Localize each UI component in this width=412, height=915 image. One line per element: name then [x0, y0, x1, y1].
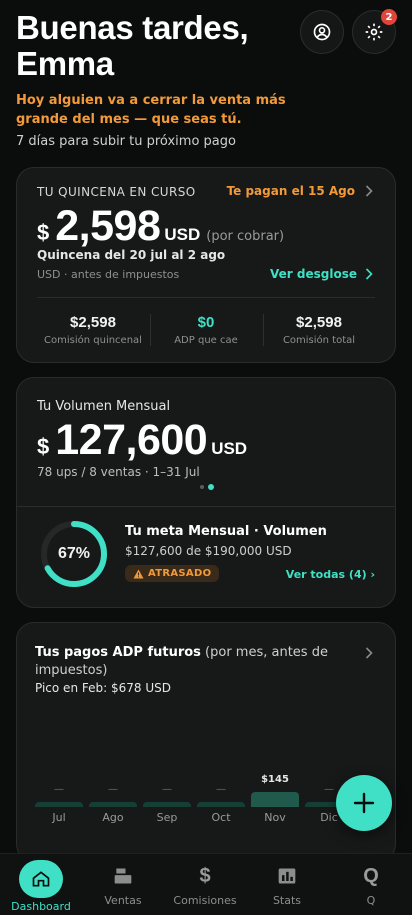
x-tick-label: Sep [156, 811, 178, 824]
goal-progress-text: $127,600 de $190,000 USD [125, 544, 292, 558]
chevron-right-icon [365, 185, 373, 197]
paycheck-date-link[interactable]: Te pagan el 15 Ago [227, 184, 373, 198]
q-icon: Q [363, 864, 379, 887]
nav-item-dashboard[interactable]: Dashboard [0, 860, 82, 913]
currency-note: USD · antes de impuestos [37, 268, 180, 281]
user-name: Emma [16, 45, 114, 82]
nav-item-comisiones[interactable]: $ Comisiones [164, 864, 246, 908]
chevron-right-icon[interactable] [365, 647, 373, 659]
header: Buenas tardes, Emma Hoy alguien va a cer… [16, 10, 296, 150]
stat-label: ADP que cae [174, 335, 238, 346]
pay-period: Quincena del 20 jul al 2 ago [37, 248, 226, 262]
nav-item-stats[interactable]: Stats [246, 864, 328, 907]
pager-dots[interactable] [200, 484, 214, 490]
data-label: — [216, 784, 226, 795]
cash-register-icon [114, 868, 132, 884]
next-payment-countdown: 7 días para subir tu próximo pago [16, 134, 236, 149]
stat-value: $2,598 [296, 314, 342, 331]
breakdown-link-label: Ver desglose [270, 267, 357, 281]
settings-button[interactable]: 2 [352, 9, 397, 54]
gear-icon [365, 23, 383, 41]
data-label: — [108, 784, 118, 795]
chart-bar [35, 802, 83, 807]
plus-icon [353, 792, 375, 814]
x-tick-label: Ago [102, 811, 124, 824]
paycheck-status: (por cobrar) [206, 229, 285, 244]
volume-card[interactable]: Tu Volumen Mensual $ 127,600 USD 78 ups … [16, 377, 396, 608]
nav-item-q[interactable]: Q Q [330, 864, 412, 908]
title-main: Tus pagos ADP futuros [35, 645, 201, 660]
divider [37, 297, 375, 298]
goal-title: Tu meta Mensual · Volumen [125, 524, 327, 539]
divider [17, 506, 395, 507]
stat-label: Comisión total [282, 335, 356, 346]
greeting-line: Buenas tardes, [16, 9, 249, 46]
stat-value: $2,598 [70, 314, 116, 331]
chart-bar [197, 802, 245, 807]
nav-label: Stats [272, 894, 302, 907]
pay-date: Te pagan el 15 Ago [226, 184, 355, 198]
peak-note: Pico en Feb: $678 USD [35, 681, 171, 695]
future-payments-title: Tus pagos ADP futuros (por mes, antes de… [35, 644, 335, 680]
chart-bar [143, 802, 191, 807]
currency-symbol: $ [37, 220, 50, 245]
stat-adp: $0 ADP que cae [150, 314, 262, 346]
paycheck-amount: 2,598 [55, 202, 161, 250]
pager-dot-active [208, 484, 214, 490]
profile-button[interactable] [300, 10, 344, 54]
warning-icon [133, 569, 144, 578]
currency-code: USD [164, 225, 201, 244]
x-tick-label: Nov [264, 811, 286, 824]
data-label: — [162, 784, 172, 795]
x-tick-label: Jul [52, 811, 66, 824]
paycheck-label: TU QUINCENA EN CURSO [37, 185, 196, 199]
dollar-icon: $ [199, 864, 211, 887]
greeting-title: Buenas tardes, Emma [16, 10, 296, 82]
breakdown-link[interactable]: Ver desglose [270, 267, 373, 281]
stat-biweekly-commission: $2,598 Comisión quincenal [37, 314, 149, 346]
currency-symbol: $ [37, 434, 50, 459]
view-all-goals-link[interactable]: Ver todas (4) › [286, 568, 375, 581]
goal-percent: 67% [57, 545, 91, 562]
future-payments-card[interactable]: Tus pagos ADP futuros (por mes, antes de… [16, 622, 396, 862]
home-icon [32, 871, 50, 887]
volume-amount: 127,600 [55, 416, 208, 464]
adp-bar-chart: — Jul — Ago — Sep — Oct $145 Nov — Dic [35, 763, 375, 863]
stat-label: Comisión quincenal [44, 335, 142, 346]
nav-label: Q [366, 894, 376, 907]
nav-label: Comisiones [173, 894, 237, 907]
stat-value: $0 [197, 314, 215, 331]
volume-detail: 78 ups / 8 ventas · 1–31 Jul [37, 465, 200, 479]
motivational-tagline: Hoy alguien va a cerrar la venta más gra… [16, 93, 286, 127]
pager-dot [200, 485, 204, 489]
volume-label: Tu Volumen Mensual [37, 399, 171, 414]
chevron-right-icon [365, 268, 373, 280]
add-button[interactable] [336, 775, 392, 831]
stat-total-commission: $2,598 Comisión total [263, 314, 375, 346]
nav-label: Ventas [104, 894, 142, 907]
link-label: Ver todas (4) [285, 568, 367, 581]
bottom-nav: Dashboard Ventas $ Comisiones Stats Q Q [0, 853, 412, 915]
nav-item-ventas[interactable]: Ventas [82, 864, 164, 907]
bar-chart-icon [278, 868, 296, 884]
paycheck-card[interactable]: TU QUINCENA EN CURSO Te pagan el 15 Ago … [16, 167, 396, 363]
active-indicator [19, 860, 63, 898]
x-tick-label: Oct [211, 811, 231, 824]
data-label: $145 [261, 774, 289, 785]
user-circle-icon [313, 23, 331, 41]
behind-status-chip: ATRASADO [125, 565, 220, 582]
nav-label: Dashboard [11, 900, 71, 913]
currency-code: USD [211, 439, 248, 458]
data-label: — [54, 784, 64, 795]
chart-bar [251, 792, 299, 807]
notification-badge: 2 [381, 9, 397, 25]
status-label: ATRASADO [148, 568, 212, 579]
chart-bar [89, 802, 137, 807]
